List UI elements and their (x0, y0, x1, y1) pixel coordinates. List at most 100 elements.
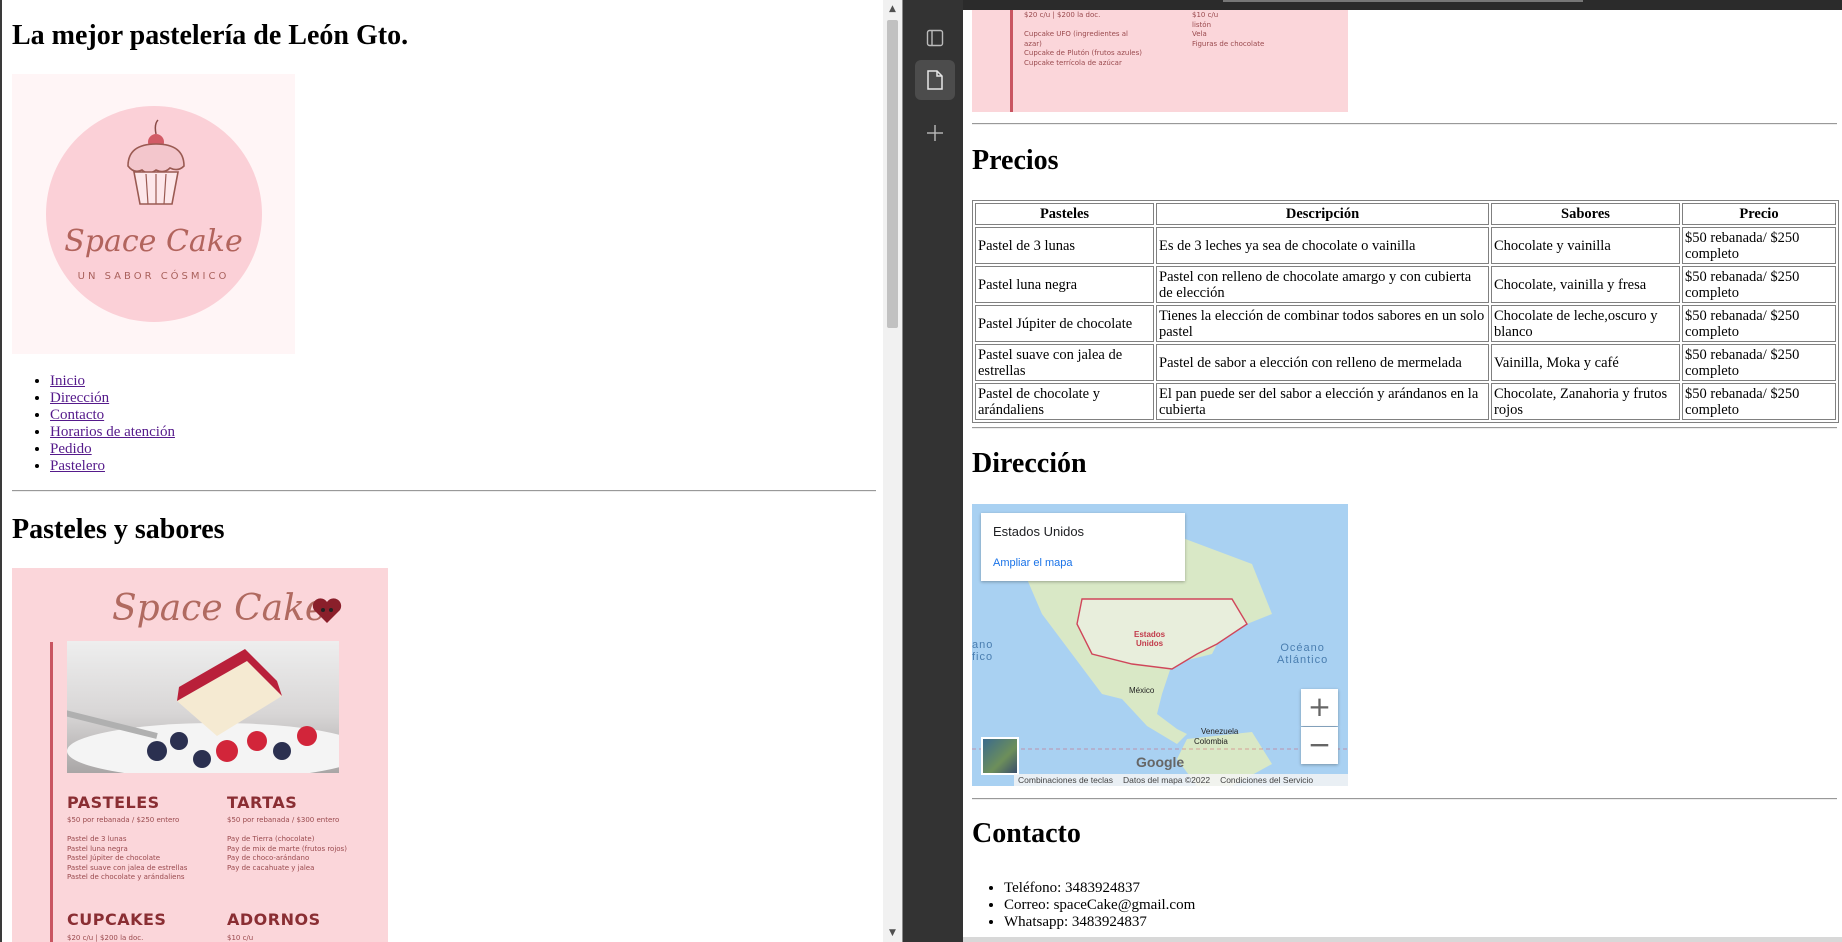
nav-item: Contacto (50, 407, 175, 424)
table-cell: Es de 3 leches ya sea de chocolate o vai… (1156, 227, 1489, 264)
contact-list: Teléfono: 3483924837 Correo: spaceCake@g… (972, 880, 1195, 931)
nav-item: Inicio (50, 373, 175, 390)
contact-email: Correo: spaceCake@gmail.com (1004, 897, 1195, 914)
table-cell: Vainilla, Moka y café (1491, 344, 1680, 381)
table-cell: $50 rebanada/ $250 completo (1682, 383, 1836, 420)
menu-image-bottom: $20 c/u | $200 la doc. Cupcake UFO (ingr… (972, 10, 1348, 112)
section-divider (972, 123, 1837, 125)
table-cell: Pastel de chocolate y arándaliens (975, 383, 1154, 420)
heart-icon (312, 598, 342, 623)
table-row: Pastel de chocolate y arándaliens El pan… (975, 383, 1836, 420)
table-header-cell: Descripción (1156, 203, 1489, 225)
nav-link-horarios[interactable]: Horarios de atención (50, 424, 175, 440)
right-top-strip (963, 0, 1842, 10)
scrollbar-thumb[interactable] (887, 20, 898, 328)
logo-image: Space Cake UN SABOR CÓSMICO (12, 74, 295, 354)
table-cell: Chocolate de leche,oscuro y blanco (1491, 305, 1680, 342)
table-cell: $50 rebanada/ $250 completo (1682, 266, 1836, 303)
menu-title: Space Cake (112, 588, 327, 629)
right-pane-bottom-edge (963, 937, 1842, 942)
table-header-cell: Pasteles (975, 203, 1154, 225)
map-label-venezuela: Venezuela (1201, 727, 1239, 736)
nav-item: Dirección (50, 390, 175, 407)
nav-link-pedido[interactable]: Pedido (50, 441, 92, 457)
right-browser-pane: $20 c/u | $200 la doc. Cupcake UFO (ingr… (963, 10, 1842, 942)
table-cell: Chocolate, vainilla y fresa (1491, 266, 1680, 303)
map-info-card: Estados Unidos Ampliar el mapa (981, 513, 1185, 581)
google-logo: Google (1136, 754, 1185, 770)
menu-accent-line (50, 642, 53, 942)
prices-table: Pasteles Descripción Sabores Precio Past… (972, 200, 1839, 423)
table-cell: Pastel de sabor a elección con relleno d… (1156, 344, 1489, 381)
scroll-up-arrow-icon[interactable]: ▲ (883, 0, 902, 18)
terms-link[interactable]: Condiciones del Servicio (1220, 775, 1313, 785)
table-cell: El pan puede ser del sabor a elección y … (1156, 383, 1489, 420)
section-divider (972, 427, 1837, 429)
cupcake-icon (127, 119, 185, 205)
nav-link-pastelero[interactable]: Pastelero (50, 458, 105, 474)
page-button[interactable] (915, 60, 955, 100)
contact-whatsapp: Whatsapp: 3483924837 (1004, 914, 1195, 931)
map-label-colombia: Colombia (1194, 737, 1228, 746)
left-scrollbar[interactable]: ▲ ▼ (883, 0, 902, 942)
table-row: Pastel suave con jalea de estrellas Past… (975, 344, 1836, 381)
table-row: Pastel Júpiter de chocolate Tienes la el… (975, 305, 1836, 342)
table-cell: Pastel luna negra (975, 266, 1154, 303)
page-title: La mejor pastelería de León Gto. (12, 20, 409, 51)
enlarge-map-link[interactable]: Ampliar el mapa (993, 557, 1072, 569)
nav-item: Pastelero (50, 458, 175, 475)
table-cell: Chocolate, Zanahoria y frutos rojos (1491, 383, 1680, 420)
menu-accent-line (1010, 10, 1013, 112)
menu-text-cupcakes-list: $20 c/u | $200 la doc. Cupcake UFO (ingr… (1024, 11, 1142, 67)
table-row: Pastel luna negra Pastel con relleno de … (975, 266, 1836, 303)
logo-name: Space Cake (64, 224, 243, 259)
nav-item: Horarios de atención (50, 424, 175, 441)
table-header-row: Pasteles Descripción Sabores Precio (975, 203, 1836, 225)
section-heading-contacto: Contacto (972, 818, 1081, 849)
map-label-ocean: Océano Atlántico (1277, 642, 1329, 666)
table-cell: $50 rebanada/ $250 completo (1682, 227, 1836, 264)
side-toolbar (903, 0, 963, 942)
menu-text-tartas: $50 por rebanada / $300 entero Pay de Ti… (227, 816, 347, 872)
zoom-out-button[interactable]: − (1301, 727, 1338, 764)
menu-text-cupcakes: $20 c/u | $200 la doc. (67, 934, 144, 942)
cheesecake-photo (67, 641, 339, 773)
scroll-down-arrow-icon[interactable]: ▼ (883, 924, 902, 942)
nav-link-contacto[interactable]: Contacto (50, 407, 104, 423)
table-cell: Pastel de 3 lunas (975, 227, 1154, 264)
tab-layout-icon (926, 29, 944, 47)
section-divider (12, 490, 876, 492)
section-divider (972, 798, 1837, 800)
menu-heading-pasteles: PASTELES (67, 793, 160, 812)
menu-text-adornos-list: $10 c/u listón Vela Figuras de chocolate (1192, 11, 1265, 48)
menu-text-adornos: $10 c/u (227, 934, 254, 942)
section-heading-precios: Precios (972, 145, 1059, 176)
tab-layout-button[interactable] (915, 18, 955, 58)
table-header-cell: Sabores (1491, 203, 1680, 225)
map-label-ocean-left: ano fico (972, 639, 994, 663)
map-label-usa: Estados Unidos (1134, 630, 1166, 648)
table-cell: Chocolate y vainilla (1491, 227, 1680, 264)
satellite-view-toggle[interactable] (981, 737, 1019, 775)
table-header-cell: Precio (1682, 203, 1836, 225)
nav-item: Pedido (50, 441, 175, 458)
embedded-map[interactable]: Estados Unidos México Venezuela Colombia… (972, 504, 1348, 786)
map-label-mexico: México (1129, 686, 1155, 695)
table-cell: $50 rebanada/ $250 completo (1682, 344, 1836, 381)
map-place-name: Estados Unidos (993, 524, 1085, 539)
section-heading-direccion: Dirección (972, 448, 1087, 479)
add-icon (927, 125, 943, 141)
nav-link-inicio[interactable]: Inicio (50, 373, 85, 389)
keyboard-shortcuts-link[interactable]: Combinaciones de teclas (1018, 775, 1113, 785)
left-browser-pane: La mejor pastelería de León Gto. Space C… (0, 0, 883, 942)
cheesecake-illustration (67, 649, 339, 773)
table-cell: $50 rebanada/ $250 completo (1682, 305, 1836, 342)
add-button[interactable] (915, 113, 955, 153)
table-row: Pastel de 3 lunas Es de 3 leches ya sea … (975, 227, 1836, 264)
logo-tagline: UN SABOR CÓSMICO (77, 271, 230, 282)
zoom-in-button[interactable]: + (1301, 689, 1338, 726)
nav-link-direccion[interactable]: Dirección (50, 390, 109, 406)
menu-image: Space Cake PASTELES $50 por rebanada / $… (12, 568, 388, 942)
menu-heading-cupcakes: CUPCAKES (67, 910, 167, 929)
section-heading-pasteles: Pasteles y sabores (12, 514, 225, 545)
